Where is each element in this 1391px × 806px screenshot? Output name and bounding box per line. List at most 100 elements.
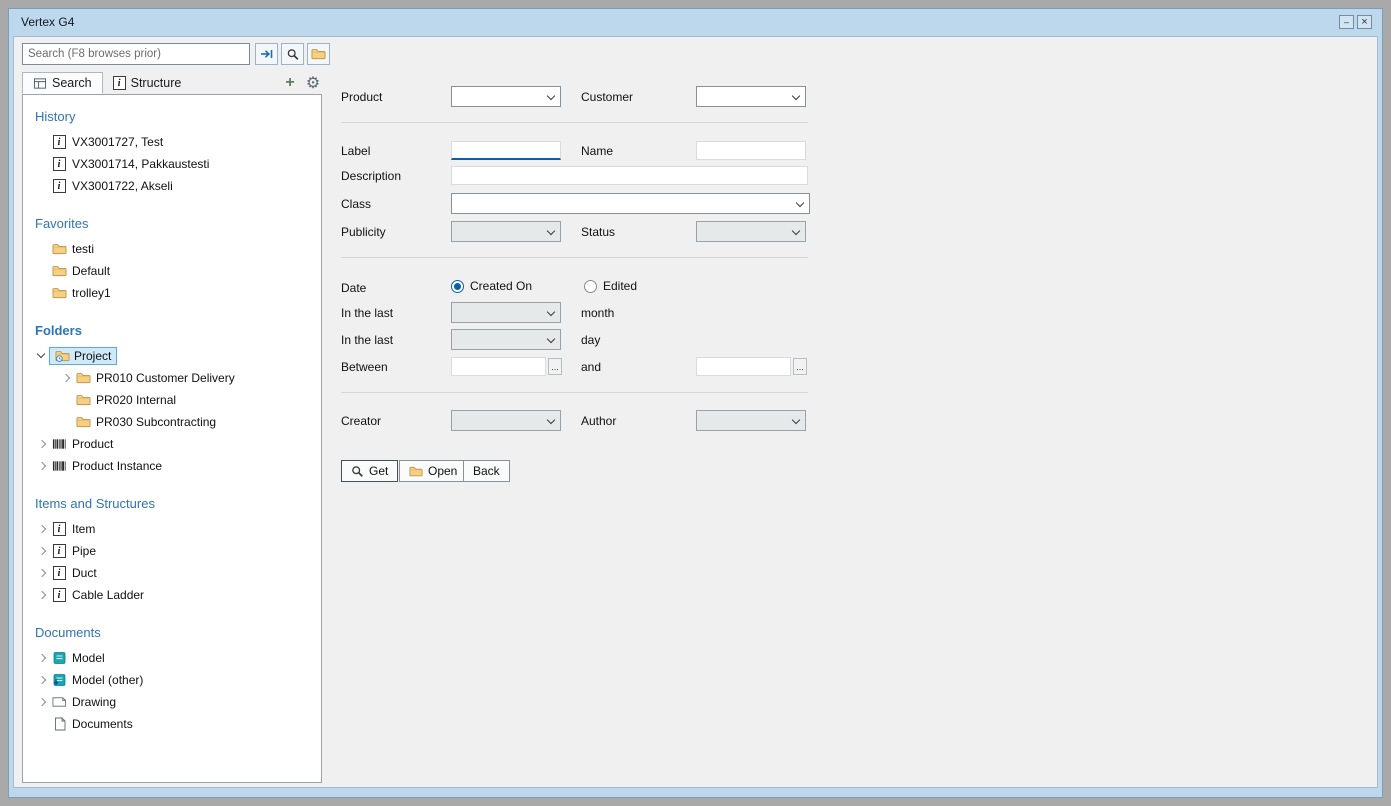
status-select[interactable] bbox=[696, 221, 806, 242]
tree-item-item[interactable]: Item bbox=[23, 518, 321, 540]
customer-select[interactable] bbox=[696, 86, 806, 107]
date-label: Date bbox=[341, 281, 366, 295]
created-on-radio[interactable]: Created On bbox=[451, 279, 532, 293]
publicity-select[interactable] bbox=[451, 221, 561, 242]
chevron-down-icon bbox=[547, 92, 555, 100]
publicity-label: Publicity bbox=[341, 225, 386, 239]
open-button-label: Open bbox=[428, 464, 457, 478]
between-to-input[interactable] bbox=[696, 357, 791, 376]
chevron-right-icon[interactable] bbox=[35, 437, 49, 451]
tree-item-product[interactable]: Product bbox=[23, 433, 321, 455]
tab-structure[interactable]: Structure bbox=[103, 72, 192, 94]
chevron-right-icon[interactable] bbox=[59, 371, 73, 385]
between-from-input[interactable] bbox=[451, 357, 546, 376]
history-item[interactable]: VX3001722, Akseli bbox=[23, 175, 321, 197]
in-last-day-select[interactable] bbox=[451, 329, 561, 350]
info-icon bbox=[49, 566, 69, 580]
chevron-down-icon bbox=[547, 308, 555, 316]
chevron-right-icon[interactable] bbox=[35, 695, 49, 709]
get-button[interactable]: Get bbox=[341, 460, 398, 482]
tree-item-label: Model (other) bbox=[72, 673, 143, 687]
tree-item-label: Product bbox=[72, 437, 113, 451]
info-icon bbox=[113, 76, 126, 90]
folder-icon bbox=[409, 465, 423, 478]
chevron-down-icon[interactable] bbox=[35, 349, 49, 363]
go-button[interactable] bbox=[255, 43, 278, 65]
folder-icon bbox=[73, 415, 93, 429]
tree-item-label: Product Instance bbox=[72, 459, 162, 473]
history-item-label: VX3001714, Pakkaustesti bbox=[72, 157, 209, 171]
sidebar-section-history: History VX3001727, Test VX3001714, Pakka… bbox=[23, 109, 321, 197]
class-select[interactable] bbox=[451, 193, 810, 214]
barcode-icon bbox=[49, 459, 69, 473]
tree-item-model-other[interactable]: Model (other) bbox=[23, 669, 321, 691]
close-icon[interactable] bbox=[1357, 15, 1372, 29]
desktop: Vertex G4 bbox=[0, 0, 1391, 806]
separator bbox=[341, 122, 808, 123]
chevron-right-icon[interactable] bbox=[35, 566, 49, 580]
tree-item-documents[interactable]: Documents bbox=[23, 713, 321, 735]
tree-item-label: PR030 Subcontracting bbox=[96, 415, 216, 429]
day-unit-label: day bbox=[581, 333, 600, 347]
tree-item-label: Model bbox=[72, 651, 105, 665]
tree-item-pipe[interactable]: Pipe bbox=[23, 540, 321, 562]
name-label: Name bbox=[581, 144, 613, 158]
minimize-icon[interactable] bbox=[1339, 15, 1354, 29]
edited-radio[interactable]: Edited bbox=[584, 279, 637, 293]
chevron-right-icon[interactable] bbox=[35, 588, 49, 602]
add-tab-icon[interactable] bbox=[282, 75, 298, 91]
search-button[interactable] bbox=[281, 43, 304, 65]
titlebar[interactable]: Vertex G4 bbox=[9, 9, 1382, 35]
tree-item-project[interactable]: Project bbox=[23, 345, 321, 367]
chevron-right-icon[interactable] bbox=[35, 522, 49, 536]
folder-icon bbox=[73, 371, 93, 385]
tree-item-drawing[interactable]: Drawing bbox=[23, 691, 321, 713]
tree-item-cable-ladder[interactable]: Cable Ladder bbox=[23, 584, 321, 606]
open-button[interactable]: Open bbox=[399, 460, 467, 482]
tab-structure-label: Structure bbox=[131, 76, 182, 90]
chevron-right-icon[interactable] bbox=[35, 544, 49, 558]
label-input[interactable] bbox=[451, 141, 561, 160]
gear-icon[interactable] bbox=[304, 74, 322, 92]
get-button-label: Get bbox=[369, 464, 388, 478]
product-label: Product bbox=[341, 90, 382, 104]
history-item[interactable]: VX3001727, Test bbox=[23, 131, 321, 153]
author-select[interactable] bbox=[696, 410, 806, 431]
name-input[interactable] bbox=[696, 141, 806, 160]
section-title-items: Items and Structures bbox=[35, 496, 321, 511]
window-title: Vertex G4 bbox=[21, 15, 74, 29]
chevron-right-icon[interactable] bbox=[35, 459, 49, 473]
favorite-item[interactable]: Default bbox=[23, 260, 321, 282]
history-item[interactable]: VX3001714, Pakkaustesti bbox=[23, 153, 321, 175]
in-last-month-select[interactable] bbox=[451, 302, 561, 323]
tab-search[interactable]: Search bbox=[22, 72, 103, 94]
separator bbox=[341, 392, 808, 393]
chevron-right-icon[interactable] bbox=[35, 651, 49, 665]
favorite-item[interactable]: trolley1 bbox=[23, 282, 321, 304]
between-to-browse-button[interactable]: ... bbox=[793, 358, 807, 375]
chevron-right-icon[interactable] bbox=[35, 673, 49, 687]
description-input[interactable] bbox=[451, 166, 808, 185]
tree-item-label: Documents bbox=[72, 717, 133, 731]
tree-item-product-instance[interactable]: Product Instance bbox=[23, 455, 321, 477]
search-input[interactable] bbox=[22, 43, 250, 65]
chevron-down-icon bbox=[547, 416, 555, 424]
sidebar-section-folders: Folders Project PR010 Customer Delivery bbox=[23, 323, 321, 477]
chevron-down-icon bbox=[792, 416, 800, 424]
creator-select[interactable] bbox=[451, 410, 561, 431]
info-icon bbox=[49, 544, 69, 558]
tree-item-pr030[interactable]: PR030 Subcontracting bbox=[23, 411, 321, 433]
status-label: Status bbox=[581, 225, 615, 239]
between-from-browse-button[interactable]: ... bbox=[548, 358, 562, 375]
model-icon bbox=[49, 651, 69, 665]
tree-item-label: PR010 Customer Delivery bbox=[96, 371, 235, 385]
history-item-label: VX3001722, Akseli bbox=[72, 179, 173, 193]
tree-item-model[interactable]: Model bbox=[23, 647, 321, 669]
chevron-down-icon bbox=[547, 227, 555, 235]
tree-item-duct[interactable]: Duct bbox=[23, 562, 321, 584]
product-select[interactable] bbox=[451, 86, 561, 107]
tree-item-pr020[interactable]: PR020 Internal bbox=[23, 389, 321, 411]
favorite-item[interactable]: testi bbox=[23, 238, 321, 260]
back-button[interactable]: Back bbox=[463, 460, 510, 482]
tree-item-pr010[interactable]: PR010 Customer Delivery bbox=[23, 367, 321, 389]
